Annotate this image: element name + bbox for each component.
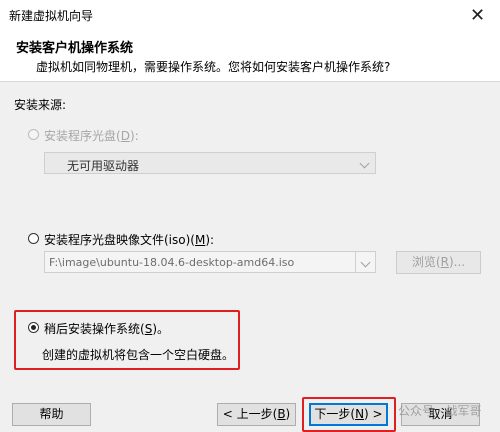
iso-path-dropdown[interactable] (356, 251, 376, 273)
watermark: 公众号 · 战军哥 (398, 404, 482, 418)
page-subtitle: 虚拟机如同物理机，需要操作系统。您将如何安装客户机操作系统? (36, 60, 391, 74)
close-button[interactable]: ✕ (455, 0, 500, 30)
wizard-header: 安装客户机操作系统 虚拟机如同物理机，需要操作系统。您将如何安装客户机操作系统? (0, 30, 500, 82)
iso-option-label: 安装程序光盘映像文件(iso)(M): (44, 233, 215, 247)
chevron-down-icon (359, 158, 370, 169)
browse-button[interactable]: 浏览(R)... (396, 251, 481, 274)
next-highlight-box (302, 397, 396, 432)
install-source-label: 安装来源: (14, 98, 67, 112)
disc-radio[interactable] (28, 129, 39, 140)
window-title: 新建虚拟机向导 (9, 9, 94, 23)
chevron-down-icon (360, 257, 371, 268)
drive-select-value: 无可用驱动器 (67, 159, 140, 173)
page-title: 安装客户机操作系统 (16, 41, 134, 56)
drive-select[interactable]: 无可用驱动器 (44, 152, 376, 174)
iso-path-field[interactable]: F:\image\ubuntu-18.04.6-desktop-amd64.is… (44, 251, 356, 273)
help-button[interactable]: 帮助 (12, 403, 91, 426)
highlight-box (14, 310, 240, 370)
close-icon: ✕ (469, 4, 486, 26)
iso-path-value: F:\image\ubuntu-18.04.6-desktop-amd64.is… (49, 256, 295, 269)
disc-option-label: 安装程序光盘(D): (44, 129, 139, 143)
iso-radio[interactable] (28, 233, 39, 244)
back-button[interactable]: < 上一步(B) (217, 403, 296, 426)
title-bar: 新建虚拟机向导 ✕ (0, 0, 500, 30)
